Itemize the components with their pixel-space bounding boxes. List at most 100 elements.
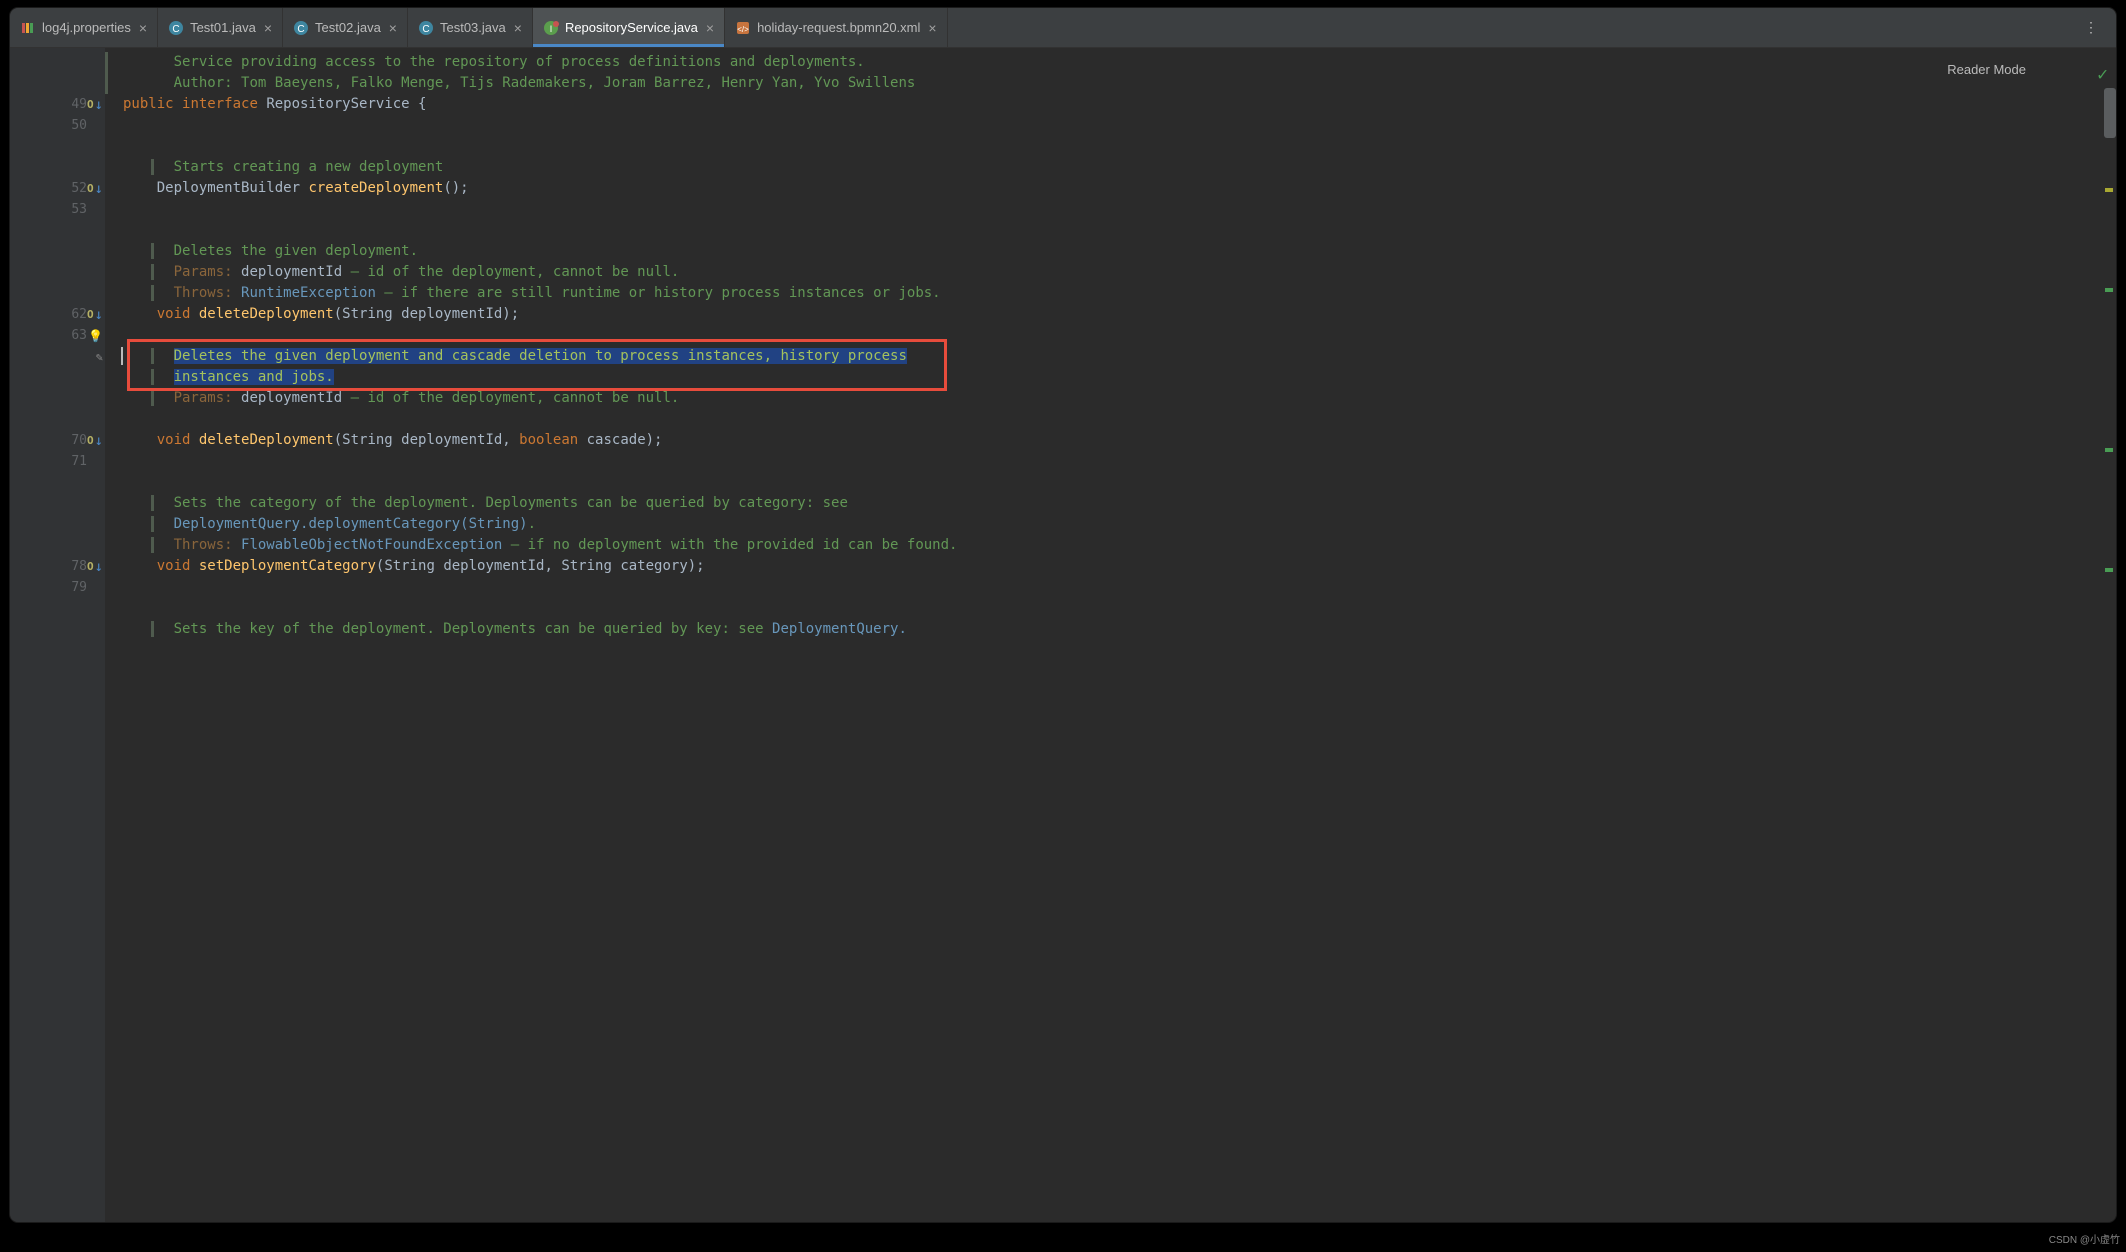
override-icon[interactable]: O xyxy=(87,560,94,573)
java-class-icon: C xyxy=(293,20,309,36)
gutter-row xyxy=(10,283,105,304)
close-icon[interactable]: × xyxy=(514,20,522,36)
stripe-info-marker[interactable] xyxy=(2105,448,2113,452)
tabbar-spacer xyxy=(948,8,2076,47)
gutter-row xyxy=(10,493,105,514)
code-line[interactable]: Throws: RuntimeException – if there are … xyxy=(105,283,2081,304)
gutter-row xyxy=(10,514,105,535)
tab-repository-service[interactable]: I RepositoryService.java × xyxy=(533,8,725,47)
close-icon[interactable]: × xyxy=(389,20,397,36)
override-icon[interactable]: O xyxy=(87,434,94,447)
code-line[interactable]: Sets the key of the deployment. Deployme… xyxy=(105,619,2081,640)
selected-text: instances and jobs. xyxy=(174,369,334,385)
gutter-row[interactable]: 50 xyxy=(10,115,105,136)
stripe-warning-marker[interactable] xyxy=(2105,188,2113,192)
close-icon[interactable]: × xyxy=(706,20,714,36)
gutter-row[interactable]: 78O↓ xyxy=(10,556,105,577)
implements-arrow-icon[interactable]: ↓ xyxy=(95,181,103,197)
code-line[interactable] xyxy=(105,577,2081,598)
stripe-info-marker[interactable] xyxy=(2105,568,2113,572)
code-line[interactable]: DeploymentBuilder createDeployment(); xyxy=(105,178,2081,199)
error-stripe[interactable]: ✓ xyxy=(2081,48,2116,1222)
code-line[interactable]: Params: deploymentId – id of the deploym… xyxy=(105,262,2081,283)
code-line[interactable]: void setDeploymentCategory(String deploy… xyxy=(105,556,2081,577)
gutter-row xyxy=(10,52,105,73)
java-class-icon: C xyxy=(168,20,184,36)
code-line[interactable]: Params: deploymentId – id of the deploym… xyxy=(105,388,2081,409)
gutter-row xyxy=(10,619,105,640)
code-line[interactable]: Deletes the given deployment and cascade… xyxy=(105,346,2081,367)
code-line[interactable] xyxy=(105,115,2081,136)
tab-test01[interactable]: C Test01.java × xyxy=(158,8,283,47)
code-line[interactable]: public interface RepositoryService { xyxy=(105,94,2081,115)
code-line[interactable]: Sets the category of the deployment. Dep… xyxy=(105,493,2081,514)
implements-arrow-icon[interactable]: ↓ xyxy=(95,559,103,575)
code-line[interactable]: DeploymentQuery.deploymentCategory(Strin… xyxy=(105,514,2081,535)
gutter-row: ✎ xyxy=(10,346,105,367)
gutter-row xyxy=(10,157,105,178)
gutter-row[interactable]: 62O↓ xyxy=(10,304,105,325)
tab-label: holiday-request.bpmn20.xml xyxy=(757,20,920,35)
intention-bulb-icon[interactable]: 💡 xyxy=(88,329,103,343)
gutter-row xyxy=(10,367,105,388)
svg-text:C: C xyxy=(297,24,304,35)
tab-test02[interactable]: C Test02.java × xyxy=(283,8,408,47)
close-icon[interactable]: × xyxy=(264,20,272,36)
tab-log4j[interactable]: log4j.properties × xyxy=(10,8,158,47)
tab-holiday-request[interactable]: </> holiday-request.bpmn20.xml × xyxy=(725,8,948,47)
gutter-row[interactable]: 63💡 xyxy=(10,325,105,346)
tab-label: log4j.properties xyxy=(42,20,131,35)
code-editor[interactable]: Reader Mode Service providing access to … xyxy=(105,48,2081,1222)
code-line[interactable] xyxy=(105,220,2081,241)
properties-file-icon xyxy=(20,20,36,36)
code-line[interactable] xyxy=(105,325,2081,346)
code-line[interactable]: instances and jobs. xyxy=(105,367,2081,388)
editor-area: 49O↓ 50 52O↓ 53 62O↓ 63💡 ✎ 70O↓ 71 78O↓ … xyxy=(10,48,2116,1222)
svg-text:I: I xyxy=(550,24,553,34)
stripe-info-marker[interactable] xyxy=(2105,288,2113,292)
code-line[interactable] xyxy=(105,409,2081,430)
scrollbar-thumb[interactable] xyxy=(2104,88,2116,138)
svg-text:C: C xyxy=(172,24,179,35)
editor-tabbar: log4j.properties × C Test01.java × C Tes… xyxy=(10,8,2116,48)
inspections-ok-icon[interactable]: ✓ xyxy=(2097,64,2108,85)
gutter-row[interactable]: 52O↓ xyxy=(10,178,105,199)
gutter-row xyxy=(10,598,105,619)
gutter-row[interactable]: 53 xyxy=(10,199,105,220)
code-line[interactable]: Author: Tom Baeyens, Falko Menge, Tijs R… xyxy=(105,73,2081,94)
code-line[interactable]: Throws: FlowableObjectNotFoundException … xyxy=(105,535,2081,556)
override-icon[interactable]: O xyxy=(87,98,94,111)
edit-pencil-icon[interactable]: ✎ xyxy=(96,350,103,364)
close-icon[interactable]: × xyxy=(139,20,147,36)
code-line[interactable]: Deletes the given deployment. xyxy=(105,241,2081,262)
implements-arrow-icon[interactable]: ↓ xyxy=(95,307,103,323)
gutter-row xyxy=(10,241,105,262)
tabbar-more-icon[interactable]: ⋮ xyxy=(2076,8,2106,47)
close-icon[interactable]: × xyxy=(928,20,936,36)
code-line[interactable]: Service providing access to the reposito… xyxy=(105,52,2081,73)
tab-label: RepositoryService.java xyxy=(565,20,698,35)
selected-text: Deletes the given deployment and cascade… xyxy=(174,348,907,364)
override-icon[interactable]: O xyxy=(87,182,94,195)
gutter-row[interactable]: 79 xyxy=(10,577,105,598)
tab-test03[interactable]: C Test03.java × xyxy=(408,8,533,47)
code-line[interactable] xyxy=(105,199,2081,220)
code-line[interactable]: Starts creating a new deployment xyxy=(105,157,2081,178)
override-icon[interactable]: O xyxy=(87,308,94,321)
code-line[interactable]: void deleteDeployment(String deploymentI… xyxy=(105,304,2081,325)
code-line[interactable] xyxy=(105,136,2081,157)
svg-text:</>: </> xyxy=(737,25,749,34)
tab-label: Test02.java xyxy=(315,20,381,35)
gutter-row[interactable]: 49O↓ xyxy=(10,94,105,115)
code-line[interactable] xyxy=(105,472,2081,493)
gutter-row xyxy=(10,535,105,556)
code-line[interactable]: void deleteDeployment(String deploymentI… xyxy=(105,430,2081,451)
implements-arrow-icon[interactable]: ↓ xyxy=(95,433,103,449)
implements-arrow-icon[interactable]: ↓ xyxy=(95,97,103,113)
text-cursor xyxy=(121,347,123,365)
gutter-row xyxy=(10,472,105,493)
gutter-row[interactable]: 70O↓ xyxy=(10,430,105,451)
gutter-row[interactable]: 71 xyxy=(10,451,105,472)
code-line[interactable] xyxy=(105,598,2081,619)
code-line[interactable] xyxy=(105,451,2081,472)
